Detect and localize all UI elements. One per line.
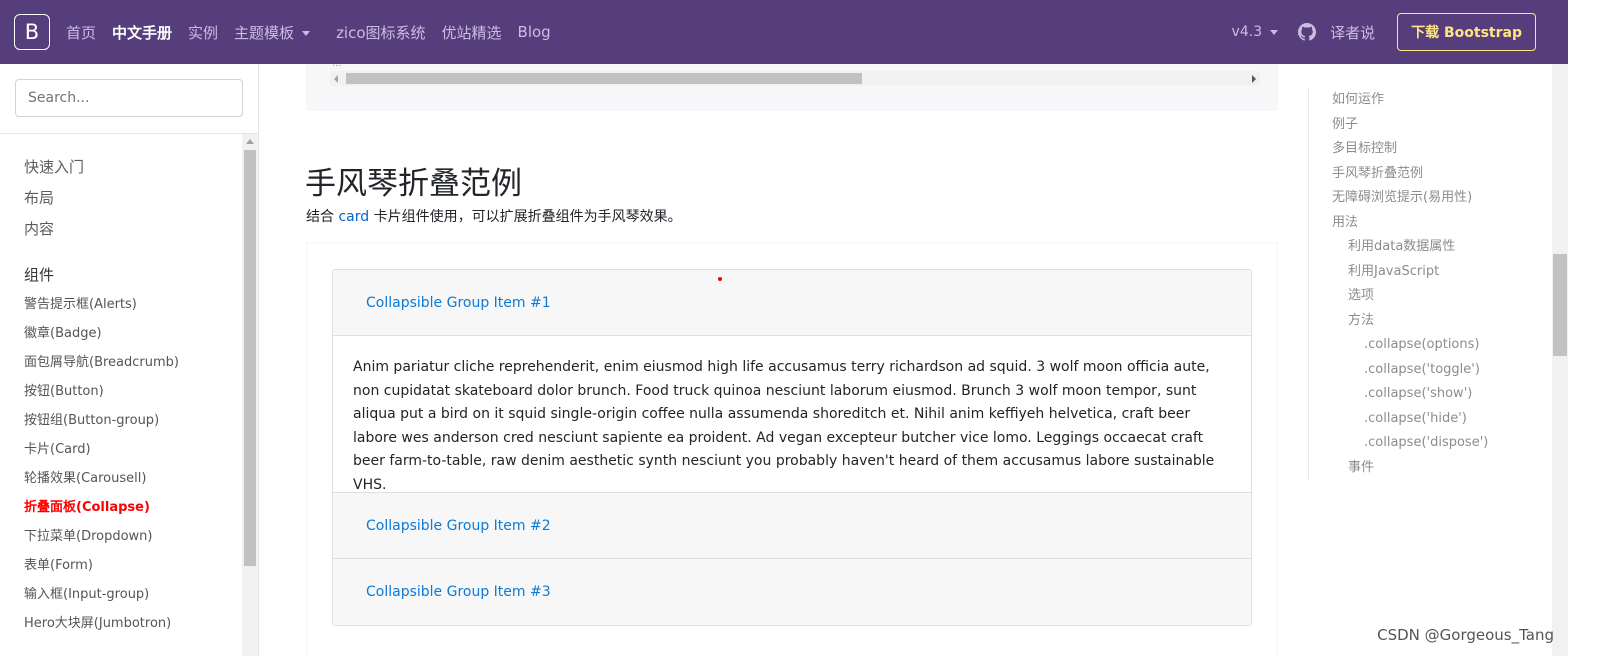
code-scroll-thumb[interactable] (346, 73, 862, 84)
accordion-header-3[interactable]: Collapsible Group Item #3 (333, 559, 1251, 625)
accordion-body-1: Anim pariatur cliche reprehenderit, enim… (333, 336, 1251, 493)
sidebar-item-jumbotron[interactable]: Hero大块屏(Jumbotron) (24, 609, 234, 638)
nav-docs[interactable]: 中文手册 (112, 22, 172, 43)
toc-item-events[interactable]: 事件 (1332, 456, 1548, 481)
toc-item-methods[interactable]: 方法 (1332, 309, 1548, 334)
search-wrap (0, 64, 258, 134)
sidebar-item-breadcrumb[interactable]: 面包屑导航(Breadcrumb) (24, 348, 234, 377)
nav-themes[interactable]: 主题模板 (234, 22, 311, 43)
accordion-toggle-1[interactable]: Collapsible Group Item #1 (366, 295, 551, 311)
toc-item-how-it-works[interactable]: 如何运作 (1332, 88, 1548, 113)
nav-items: 首页 中文手册 实例 主题模板 zico图标系统 优站精选 Blog (66, 22, 567, 43)
search-input[interactable] (15, 79, 243, 117)
watermark: CSDN @Gorgeous_Tang (1377, 626, 1554, 644)
toc-item-collapse-show[interactable]: .collapse('show') (1332, 382, 1548, 407)
nav-home[interactable]: 首页 (66, 22, 96, 43)
sidebar-item-getting-started[interactable]: 快速入门 (24, 152, 234, 183)
sidebar-item-content[interactable]: 内容 (24, 214, 234, 245)
sidebar-item-collapse[interactable]: 折叠面板(Collapse) (24, 493, 234, 522)
sidebar-item-dropdown[interactable]: 下拉菜单(Dropdown) (24, 522, 234, 551)
nav-examples[interactable]: 实例 (188, 22, 218, 43)
sidebar-item-carousel[interactable]: 轮播效果(Carousell) (24, 464, 234, 493)
sidebar-group-components[interactable]: 组件 (24, 261, 234, 290)
scroll-right-arrow-icon[interactable] (1252, 75, 1256, 83)
accordion-header-1[interactable]: Collapsible Group Item #1 (333, 270, 1251, 336)
scroll-up-arrow-icon[interactable] (246, 139, 254, 144)
cursor-dot (718, 277, 722, 281)
accordion-toggle-3[interactable]: Collapsible Group Item #3 (366, 584, 551, 600)
toc-item-collapse-hide[interactable]: .collapse('hide') (1332, 407, 1548, 432)
bootstrap-logo[interactable]: B (14, 14, 50, 50)
github-icon[interactable] (1298, 23, 1317, 41)
nav-blog[interactable]: Blog (518, 23, 551, 41)
page-scroll-thumb[interactable] (1553, 254, 1567, 356)
accordion: Collapsible Group Item #1 Anim pariatur … (332, 269, 1252, 626)
toc-item-collapse-options[interactable]: .collapse(options) (1332, 333, 1548, 358)
code-snippet-fragment: ... (332, 58, 342, 69)
nav-zico[interactable]: zico图标系统 (336, 22, 425, 43)
code-example-block: ... (306, 58, 1278, 111)
toc-item-collapse-dispose[interactable]: .collapse('dispose') (1332, 431, 1548, 456)
docs-sidebar: 快速入门 布局 内容 组件 警告提示框(Alerts) 徽章(Badge) 面包… (0, 64, 259, 656)
toc-item-usage[interactable]: 用法 (1332, 211, 1548, 236)
table-of-contents: 如何运作 例子 多目标控制 手风琴折叠范例 无障碍浏览提示(易用性) 用法 利用… (1308, 88, 1548, 480)
translator-link[interactable]: 译者说 (1330, 22, 1375, 43)
sidebar-item-alerts[interactable]: 警告提示框(Alerts) (24, 290, 234, 319)
toc-item-via-javascript[interactable]: 利用JavaScript (1332, 260, 1548, 285)
sidebar-nav: 快速入门 布局 内容 组件 警告提示框(Alerts) 徽章(Badge) 面包… (24, 152, 234, 638)
version-label: v4.3 (1231, 24, 1263, 40)
page-scrollbar[interactable] (1552, 64, 1568, 656)
nav-picks[interactable]: 优站精选 (442, 22, 502, 43)
sidebar-item-input-group[interactable]: 输入框(Input-group) (24, 580, 234, 609)
accordion-header-2[interactable]: Collapsible Group Item #2 (333, 493, 1251, 559)
desc-prefix: 结合 (306, 209, 339, 225)
nav-themes-label: 主题模板 (234, 23, 295, 42)
sidebar-item-form[interactable]: 表单(Form) (24, 551, 234, 580)
chevron-down-icon (1270, 29, 1279, 35)
sidebar-item-button[interactable]: 按钮(Button) (24, 377, 234, 406)
section-description: 结合 card 卡片组件使用，可以扩展折叠组件为手风琴效果。 (306, 206, 682, 226)
version-dropdown[interactable]: v4.3 (1232, 24, 1279, 40)
toc-item-via-data-attributes[interactable]: 利用data数据属性 (1332, 235, 1548, 260)
toc-item-example[interactable]: 例子 (1332, 113, 1548, 138)
desc-suffix: 卡片组件使用，可以扩展折叠组件为手风琴效果。 (369, 209, 682, 225)
sidebar-item-badge[interactable]: 徽章(Badge) (24, 319, 234, 348)
toc-item-accessibility[interactable]: 无障碍浏览提示(易用性) (1332, 186, 1548, 211)
toc-item-options[interactable]: 选项 (1332, 284, 1548, 309)
sidebar-item-card[interactable]: 卡片(Card) (24, 435, 234, 464)
sidebar-item-layout[interactable]: 布局 (24, 183, 234, 214)
chevron-down-icon (302, 30, 311, 36)
toc-item-multiple-targets[interactable]: 多目标控制 (1332, 137, 1548, 162)
sidebar-item-button-group[interactable]: 按钮组(Button-group) (24, 406, 234, 435)
top-navbar: B 首页 中文手册 实例 主题模板 zico图标系统 优站精选 Blog v4.… (0, 0, 1568, 64)
section-title: 手风琴折叠范例 (305, 166, 522, 202)
nav-right: v4.3 译者说 下载 Bootstrap (1232, 13, 1554, 51)
toc-item-accordion-example[interactable]: 手风琴折叠范例 (1332, 162, 1548, 187)
code-horizontal-scrollbar[interactable] (330, 71, 1260, 86)
card-link[interactable]: card (338, 209, 369, 225)
toc-item-collapse-toggle[interactable]: .collapse('toggle') (1332, 358, 1548, 383)
scroll-left-arrow-icon[interactable] (334, 75, 338, 83)
accordion-toggle-2[interactable]: Collapsible Group Item #2 (366, 518, 551, 534)
sidebar-scroll-thumb[interactable] (244, 150, 256, 566)
download-bootstrap-button[interactable]: 下载 Bootstrap (1397, 13, 1536, 51)
